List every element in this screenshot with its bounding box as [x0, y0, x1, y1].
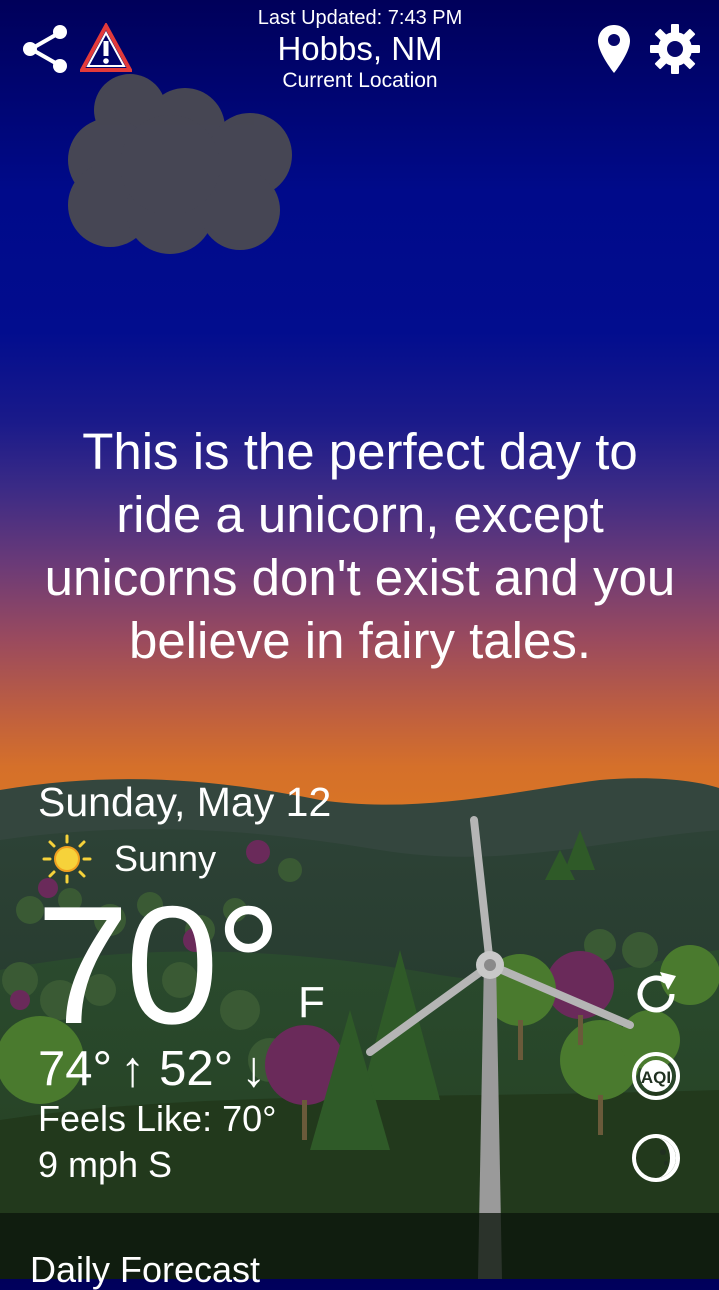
- high-low-row: 74° ↑ 52° ↓: [38, 1040, 280, 1098]
- gear-icon[interactable]: [648, 22, 702, 76]
- low-temperature: 52°: [159, 1042, 234, 1096]
- last-updated-text: Last Updated: 7:43 PM: [257, 7, 463, 29]
- refresh-icon: [637, 972, 676, 1013]
- aqi-label: AQI: [641, 1068, 671, 1087]
- high-temperature: 74°: [38, 1042, 113, 1096]
- refresh-button[interactable]: [630, 968, 682, 1020]
- share-icon[interactable]: [18, 22, 72, 76]
- warning-icon[interactable]: [80, 22, 132, 74]
- location-name[interactable]: Hobbs, NM: [160, 30, 560, 68]
- temperature-unit[interactable]: F: [298, 978, 325, 1028]
- aqi-button[interactable]: AQI: [630, 1050, 682, 1102]
- arrow-up-icon: ↑: [120, 1041, 146, 1097]
- map-pin-icon[interactable]: [594, 22, 634, 76]
- cloud-graphic: [60, 70, 310, 260]
- moon-phase-button[interactable]: [630, 1132, 682, 1184]
- forecast-date: Sunday, May 12: [38, 779, 332, 825]
- current-temperature: 70°: [36, 871, 282, 1059]
- daily-forecast-label[interactable]: Daily Forecast: [30, 1250, 260, 1290]
- moon-phase-icon: [632, 1134, 680, 1182]
- feels-like-text: Feels Like: 70°: [38, 1098, 277, 1139]
- arrow-down-icon: ↓: [241, 1041, 267, 1097]
- wind-text: 9 mph S: [38, 1144, 173, 1185]
- weather-message: This is the perfect day to ride a unicor…: [44, 423, 676, 669]
